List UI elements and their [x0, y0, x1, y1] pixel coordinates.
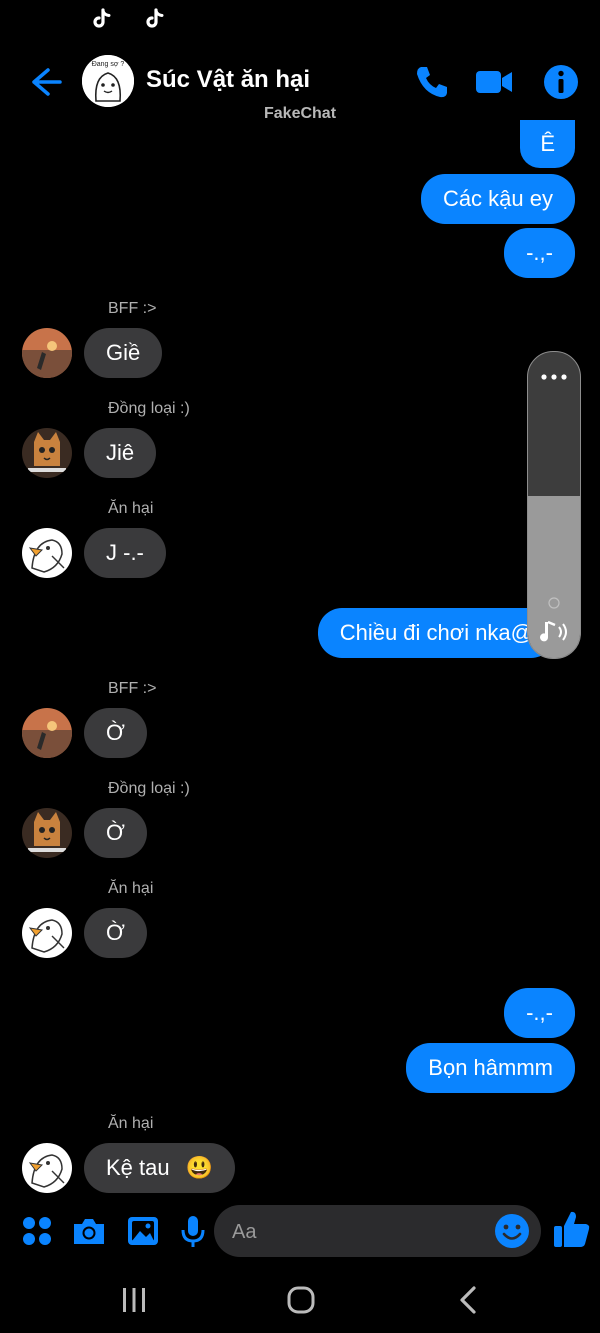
sender-name: BFF :> [108, 300, 157, 317]
sender-name: Ăn hại [108, 1115, 154, 1132]
svg-text:Đang sợ ?: Đang sợ ? [92, 61, 125, 68]
outgoing-message[interactable]: Chiều đi chơi nka@ [317, 608, 555, 658]
gallery-icon[interactable] [124, 1212, 162, 1250]
incoming-message[interactable]: Ờ [84, 708, 147, 758]
outgoing-message[interactable]: -.,- [504, 228, 575, 278]
emoji-icon[interactable] [494, 1213, 530, 1249]
duck-avatar-image [22, 908, 72, 958]
message-text: Kệ tau [106, 1155, 170, 1180]
fakechat-watermark: FakeChat [264, 105, 337, 122]
tiktok-icon [146, 8, 164, 28]
phone-icon[interactable] [412, 62, 452, 102]
sender-name: Ăn hại [108, 500, 154, 517]
sender-name: Đồng loại :) [108, 400, 190, 417]
incoming-message[interactable]: Jiê [84, 428, 157, 478]
sunset-avatar-image [22, 708, 72, 758]
outgoing-message[interactable]: Các kậu ey [420, 174, 575, 224]
home-icon[interactable] [284, 1283, 318, 1317]
avatar-an-hai[interactable] [22, 1143, 72, 1193]
duck-avatar-image [22, 1143, 72, 1193]
incoming-message[interactable]: Kệ tau 😃 [84, 1143, 236, 1193]
conversation-title[interactable]: Súc Vật ăn hại [146, 66, 310, 94]
camera-icon[interactable] [70, 1212, 108, 1250]
volume-slider[interactable] [527, 351, 581, 659]
music-note-icon[interactable] [536, 618, 572, 646]
thumbs-up-icon[interactable] [551, 1208, 591, 1250]
incoming-message[interactable]: J -.- [84, 528, 166, 578]
sunset-avatar-image [22, 328, 72, 378]
cat-avatar-image [22, 428, 72, 478]
sender-name: BFF :> [108, 680, 157, 697]
avatar-dong-loai[interactable] [22, 428, 72, 478]
slider-thumb[interactable] [547, 596, 561, 610]
avatar-bff[interactable] [22, 328, 72, 378]
ghost-avatar-image: Đang sợ ? [82, 55, 134, 107]
smiley-emoji: 😃 [185, 1155, 214, 1180]
incoming-message[interactable]: Ờ [84, 908, 147, 958]
tiktok-icon [93, 8, 111, 28]
avatar-an-hai[interactable] [22, 528, 72, 578]
message-input[interactable] [230, 1205, 484, 1259]
cat-avatar-image [22, 808, 72, 858]
sender-name: Đồng loại :) [108, 780, 190, 797]
outgoing-message[interactable]: -.,- [504, 988, 575, 1038]
microphone-icon[interactable] [174, 1212, 212, 1250]
back-arrow-icon[interactable] [28, 64, 64, 100]
video-camera-icon[interactable] [474, 62, 514, 102]
message-composer[interactable] [214, 1205, 541, 1259]
avatar-an-hai[interactable] [22, 908, 72, 958]
incoming-message[interactable]: Ờ [84, 808, 147, 858]
back-icon[interactable] [452, 1283, 486, 1317]
incoming-message[interactable]: Giề [84, 328, 163, 378]
sender-name: Ăn hại [108, 880, 154, 897]
info-icon[interactable] [541, 62, 581, 102]
duck-avatar-image [22, 528, 72, 578]
recent-apps-icon[interactable] [117, 1283, 151, 1317]
outgoing-message[interactable]: Bọn hâmmm [406, 1043, 575, 1093]
group-avatar[interactable]: Đang sợ ? [82, 55, 134, 107]
more-options-icon[interactable] [540, 372, 568, 382]
outgoing-message[interactable]: Ê [520, 120, 575, 168]
avatar-dong-loai[interactable] [22, 808, 72, 858]
avatar-bff[interactable] [22, 708, 72, 758]
apps-icon[interactable] [18, 1212, 56, 1250]
